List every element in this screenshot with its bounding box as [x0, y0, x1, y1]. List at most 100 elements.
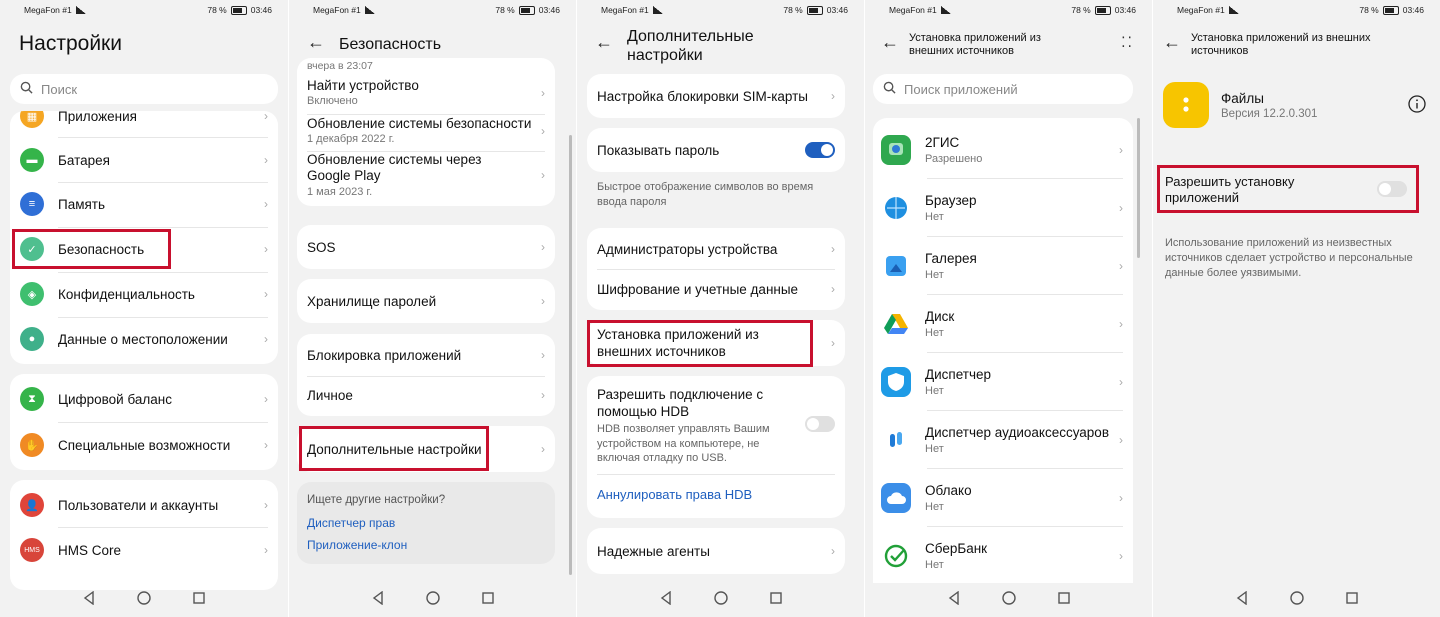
- hdb-toggle[interactable]: [805, 416, 835, 432]
- hand-icon: ✋: [20, 433, 44, 457]
- settings-item-hms-core[interactable]: HMS HMS Core ›: [10, 531, 278, 569]
- app-row-drive[interactable]: Диск Нет ›: [873, 296, 1133, 352]
- settings-item-memory[interactable]: ≡ Память ›: [10, 185, 278, 223]
- back-arrow-icon[interactable]: ←: [1163, 32, 1181, 53]
- highlight-security: [12, 229, 171, 269]
- nav-home-icon[interactable]: [425, 590, 440, 610]
- nav-back-icon[interactable]: [372, 590, 384, 610]
- sim-lock-item[interactable]: Настройка блокировки SIM-карты ›: [587, 74, 845, 118]
- audio-accessory-icon: [881, 425, 911, 455]
- chevron-right-icon: ›: [541, 86, 545, 100]
- trusted-agents-item[interactable]: Надежные агенты ›: [587, 528, 845, 574]
- nav-home-icon[interactable]: [1289, 590, 1304, 610]
- gallery-app-icon: [881, 251, 911, 281]
- screen-security: MegaFon #1 78 % 03:46 ← Безопасность вчер…: [288, 0, 576, 617]
- partial-text: вчера в 23:07: [307, 60, 373, 72]
- chevron-right-icon: ›: [264, 332, 268, 346]
- more-options-icon[interactable]: ⁚⁚: [1121, 34, 1134, 51]
- signal-icon: [75, 6, 86, 14]
- app-row-sberbank[interactable]: СберБанк Нет ›: [873, 528, 1133, 584]
- search-icon: [883, 81, 896, 97]
- clock-text: 03:46: [1114, 5, 1136, 15]
- battery-icon: ▬: [20, 148, 44, 172]
- nav-recents-icon[interactable]: [193, 591, 205, 609]
- device-admins-item[interactable]: Администраторы устройства ›: [587, 228, 845, 270]
- scrollbar[interactable]: [569, 135, 572, 575]
- password-vault-item[interactable]: Хранилище паролей ›: [297, 279, 555, 323]
- app-row-2gis[interactable]: 2ГИС Разрешено ›: [873, 122, 1133, 178]
- find-device-item[interactable]: Найти устройство Включено ›: [297, 74, 555, 114]
- hdb-revoke-link[interactable]: Аннулировать права HDB: [597, 487, 752, 502]
- nav-home-icon[interactable]: [137, 590, 151, 610]
- personal-item[interactable]: Личное ›: [297, 376, 555, 414]
- settings-item-users[interactable]: 👤 Пользователи и аккаунты ›: [10, 486, 278, 524]
- hms-icon: HMS: [20, 538, 44, 562]
- back-arrow-icon[interactable]: ←: [307, 32, 325, 53]
- signal-icon: [652, 6, 663, 14]
- permissions-link[interactable]: Диспетчер прав: [307, 516, 395, 530]
- app-row-manager[interactable]: Диспетчер Нет ›: [873, 354, 1133, 410]
- search-apps-input[interactable]: Поиск приложений: [873, 74, 1133, 104]
- other-settings-card: Ищете другие настройки? Диспетчер прав П…: [297, 482, 555, 564]
- chevron-right-icon: ›: [264, 197, 268, 211]
- settings-item-battery[interactable]: ▬ Батарея ›: [10, 141, 278, 179]
- app-row-audio-manager[interactable]: Диспетчер аудиоаксессуаров Нет ›: [873, 412, 1133, 468]
- encryption-item[interactable]: Шифрование и учетные данные ›: [587, 269, 845, 309]
- chevron-right-icon: ›: [264, 392, 268, 406]
- battery-icon: [806, 5, 823, 15]
- sos-item[interactable]: SOS ›: [297, 225, 555, 269]
- show-password-desc: Быстрое отображение символов во время вв…: [597, 181, 814, 208]
- privacy-shield-icon: ◈: [20, 282, 44, 306]
- back-arrow-icon[interactable]: ←: [595, 32, 613, 53]
- user-icon: 👤: [20, 493, 44, 517]
- nav-recents-icon[interactable]: [481, 591, 494, 609]
- files-app-icon: [1163, 82, 1209, 128]
- search-input[interactable]: Поиск: [10, 74, 278, 104]
- settings-item-digital-balance[interactable]: ⧗ Цифровой баланс ›: [10, 380, 278, 418]
- nav-back-icon[interactable]: [948, 590, 960, 610]
- nav-recents-icon[interactable]: [769, 591, 782, 609]
- info-icon[interactable]: [1408, 95, 1426, 118]
- nav-bar: [865, 583, 1152, 617]
- hdb-card: Разрешить подключение с помощью HDB HDB …: [587, 376, 845, 518]
- page-title: Безопасность: [339, 36, 442, 53]
- chevron-right-icon: ›: [1119, 549, 1123, 563]
- nav-bar: [0, 583, 288, 617]
- chevron-right-icon: ›: [541, 348, 545, 362]
- settings-item-privacy[interactable]: ◈ Конфиденциальность ›: [10, 275, 278, 313]
- app-twin-link[interactable]: Приложение-клон: [307, 538, 407, 552]
- nav-home-icon[interactable]: [1001, 590, 1016, 610]
- settings-item-location[interactable]: ● Данные о местоположении ›: [10, 320, 278, 358]
- scrollbar[interactable]: [1137, 118, 1140, 258]
- trusted-agents-card: Надежные агенты ›: [587, 528, 845, 574]
- show-password-card: Показывать пароль: [587, 128, 845, 172]
- app-version: Версия 12.2.0.301: [1221, 108, 1318, 120]
- nav-recents-icon[interactable]: [1057, 591, 1070, 609]
- back-arrow-icon[interactable]: ←: [881, 32, 899, 53]
- cloud-app-icon: [881, 483, 911, 513]
- nav-home-icon[interactable]: [713, 590, 728, 610]
- show-password-toggle[interactable]: [805, 142, 835, 158]
- google-play-update-item[interactable]: Обновление системы через Google Play 1 м…: [297, 148, 555, 204]
- app-row-browser[interactable]: Браузер Нет ›: [873, 180, 1133, 236]
- battery-icon: [1382, 5, 1399, 15]
- settings-item-accessibility[interactable]: ✋ Специальные возможности ›: [10, 426, 278, 464]
- app-row-cloud[interactable]: Облако Нет ›: [873, 470, 1133, 526]
- lock-card: Блокировка приложений › Личное ›: [297, 334, 555, 416]
- screen-external-sources: MegaFon #1 78 % 03:46 ← Установка приложе…: [864, 0, 1152, 617]
- page-title: Установка приложений из внешних источник…: [1191, 32, 1371, 57]
- nav-back-icon[interactable]: [1236, 590, 1248, 610]
- settings-item-apps[interactable]: ▦ Приложения ›: [10, 111, 278, 131]
- nav-back-icon[interactable]: [83, 590, 95, 610]
- chevron-right-icon: ›: [1119, 259, 1123, 273]
- security-update-item[interactable]: Обновление системы безопасности 1 декабр…: [297, 112, 555, 152]
- status-bar: MegaFon #1 78 % 03:46: [1153, 0, 1440, 20]
- chevron-right-icon: ›: [541, 388, 545, 402]
- nav-back-icon[interactable]: [660, 590, 672, 610]
- apps-list: 2ГИС Разрешено › Браузер Нет › Галерея Н…: [873, 118, 1133, 588]
- carrier-text: MegaFon #1: [1177, 5, 1225, 15]
- app-row-gallery[interactable]: Галерея Нет ›: [873, 238, 1133, 294]
- search-icon: [20, 81, 33, 97]
- app-lock-item[interactable]: Блокировка приложений ›: [297, 334, 555, 376]
- nav-recents-icon[interactable]: [1345, 591, 1358, 609]
